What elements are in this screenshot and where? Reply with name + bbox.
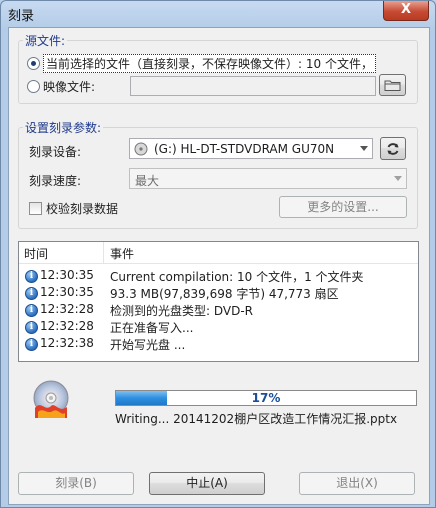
log-event: 开始写光盘 ...: [110, 338, 186, 352]
exit-button[interactable]: 退出(X): [299, 472, 415, 495]
burn-dialog: 刻录 X 源文件: 当前选择的文件（直接刻录，不保存映像文件）: 10 个文件，…: [0, 0, 436, 508]
log-event: 93.3 MB(97,839,698 字节) 47,773 扇区: [110, 287, 339, 301]
log-time: 12:32:38: [40, 336, 94, 350]
option-image-radio[interactable]: [27, 80, 40, 93]
log-header: 时间 事件: [19, 242, 418, 264]
speed-select[interactable]: 最大: [129, 168, 407, 189]
column-event-header[interactable]: 事件: [110, 245, 134, 262]
log-time: 12:30:35: [40, 268, 94, 282]
event-log[interactable]: 时间 事件 i 12:30:35 Current compilation: 10…: [18, 241, 419, 362]
device-label: 刻录设备:: [29, 145, 82, 159]
abort-button[interactable]: 中止(A): [149, 472, 265, 495]
refresh-icon: [387, 143, 399, 155]
option-current-label[interactable]: 当前选择的文件（直接刻录，不保存映像文件）: 10 个文件，: [43, 54, 376, 73]
option-image-label[interactable]: 映像文件:: [43, 78, 95, 95]
chevron-down-icon: [394, 176, 402, 181]
browse-button[interactable]: [379, 74, 406, 96]
more-settings-button[interactable]: 更多的设置...: [279, 196, 407, 218]
progress-status: Writing... 20141202棚户区改造工作情况汇报.pptx: [115, 412, 398, 426]
info-icon: i: [25, 338, 38, 351]
close-icon: X: [400, 2, 412, 17]
chevron-down-icon: [360, 146, 368, 151]
info-icon: i: [25, 304, 38, 317]
info-icon: i: [25, 321, 38, 334]
info-icon: i: [25, 287, 38, 300]
log-time: 12:32:28: [40, 319, 94, 333]
log-event: 检测到的光盘类型: DVD-R: [110, 304, 254, 318]
close-button[interactable]: X: [383, 1, 429, 21]
verify-label[interactable]: 校验刻录数据: [46, 200, 118, 217]
verify-checkbox[interactable]: [29, 202, 42, 215]
speed-value: 最大: [135, 174, 160, 188]
column-time-header[interactable]: 时间: [24, 245, 48, 262]
info-icon: i: [25, 270, 38, 283]
dialog-body: 源文件: 当前选择的文件（直接刻录，不保存映像文件）: 10 个文件， 映像文件…: [8, 27, 430, 505]
device-select[interactable]: (G:) HL-DT-STDVDRAM GU70N: [129, 138, 373, 159]
log-time: 12:30:35: [40, 285, 94, 299]
params-group-title: 设置刻录参数:: [23, 119, 104, 136]
title-bar[interactable]: 刻录 X: [1, 1, 435, 25]
source-group-title: 源文件:: [23, 32, 68, 49]
folder-icon: [384, 80, 400, 91]
log-time: 12:32:28: [40, 302, 94, 316]
burn-button[interactable]: 刻录(B): [18, 472, 134, 495]
window-title: 刻录: [8, 9, 35, 24]
option-current-radio[interactable]: [27, 57, 40, 70]
log-event: Current compilation: 10 个文件，1 个文件夹: [110, 270, 364, 284]
device-value: (G:) HL-DT-STDVDRAM GU70N: [154, 142, 335, 156]
log-event: 正在准备写入...: [110, 321, 194, 335]
disc-icon: [33, 380, 69, 418]
refresh-devices-button[interactable]: [380, 137, 406, 160]
speed-label: 刻录速度:: [29, 174, 82, 188]
optical-drive-icon: [134, 142, 148, 156]
image-path-field[interactable]: [130, 76, 376, 96]
progress-percent: 17%: [251, 391, 281, 405]
progress-bar: 17%: [115, 390, 417, 406]
